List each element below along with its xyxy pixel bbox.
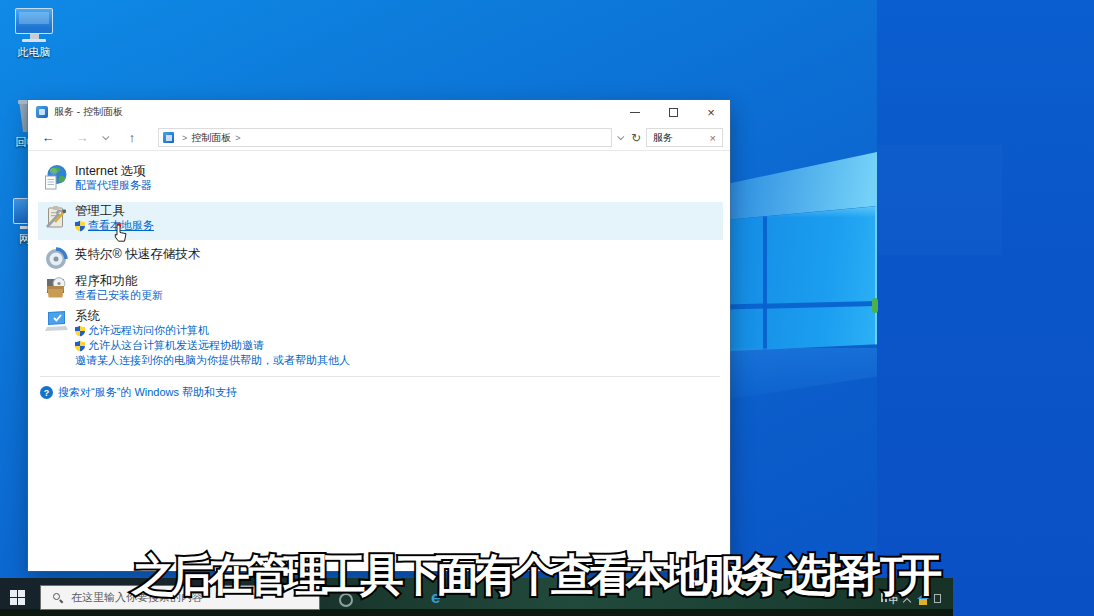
result-title[interactable]: 管理工具 xyxy=(75,204,675,218)
close-button[interactable]: × xyxy=(692,100,730,124)
view-local-services-link[interactable]: 查看本地服务 xyxy=(75,218,675,233)
address-dropdown[interactable] xyxy=(615,124,627,151)
window-title: 服务 - 控制面板 xyxy=(54,100,123,124)
address-bar[interactable]: > 控制面板 > xyxy=(158,128,612,147)
chevron-down-icon xyxy=(617,133,624,140)
control-panel-icon xyxy=(36,106,48,118)
up-button[interactable]: ↑ xyxy=(120,124,144,151)
result-title[interactable]: Internet 选项 xyxy=(75,164,675,178)
wallpaper-block xyxy=(877,145,1002,255)
desktop-icon-this-pc[interactable]: 此电脑 xyxy=(4,8,64,60)
minimize-button[interactable] xyxy=(616,100,654,124)
this-pc-icon xyxy=(4,8,64,42)
taskbar-bottom-strip xyxy=(0,609,953,616)
mouse-cursor xyxy=(110,222,130,244)
breadcrumb-control-panel[interactable]: 控制面板 xyxy=(191,131,231,145)
forward-button[interactable]: → xyxy=(70,124,94,151)
this-pc-label: 此电脑 xyxy=(4,45,64,60)
programs-features-icon xyxy=(44,274,68,300)
help-search-link[interactable]: ? 搜索对“服务”的 Windows 帮助和支持 xyxy=(40,385,237,400)
allow-remote-assistance-link[interactable]: 允许从这台计算机发送远程协助邀请 xyxy=(75,338,675,353)
result-title[interactable]: 程序和功能 xyxy=(75,274,675,288)
desktop: 此电脑 回收站 网络 服务 - 控制面板 × ← → ↑ xyxy=(0,0,1094,616)
recent-dropdown[interactable] xyxy=(99,124,113,151)
video-subtitle: 之后在管理工具下面有个查看本地服务 选择打开 之后在管理工具下面有个查看本地服务… xyxy=(0,549,1081,601)
help-icon: ? xyxy=(40,386,53,399)
internet-options-icon xyxy=(44,164,68,190)
back-button[interactable]: ← xyxy=(36,124,60,151)
result-link[interactable]: 配置代理服务器 xyxy=(75,178,675,193)
titlebar[interactable]: 服务 - 控制面板 × xyxy=(28,100,730,124)
allow-remote-access-link[interactable]: 允许远程访问你的计算机 xyxy=(75,323,675,338)
admin-tools-icon xyxy=(44,204,68,230)
view-installed-updates-link[interactable]: 查看已安装的更新 xyxy=(75,288,675,303)
results-divider xyxy=(40,376,720,377)
system-icon xyxy=(44,309,68,335)
result-title[interactable]: 系统 xyxy=(75,309,675,323)
wallpaper-green-dot xyxy=(872,298,878,313)
result-title[interactable]: 英特尔® 快速存储技术 xyxy=(75,247,675,261)
clear-search-icon[interactable]: × xyxy=(710,132,722,144)
intel-rst-icon xyxy=(44,247,68,273)
navigation-bar: ← → ↑ > 控制面板 > ↻ 服务 × xyxy=(28,124,730,151)
invite-someone-link[interactable]: 邀请某人连接到你的电脑为你提供帮助，或者帮助其他人 xyxy=(75,353,675,368)
control-panel-window: 服务 - 控制面板 × ← → ↑ > 控制面板 > ↻ 服务 × xyxy=(28,100,730,571)
wallpaper-right xyxy=(877,0,1094,616)
search-value: 服务 xyxy=(647,131,710,145)
maximize-button[interactable] xyxy=(654,100,692,124)
control-panel-mini-icon xyxy=(163,132,174,143)
refresh-button[interactable]: ↻ xyxy=(627,124,645,151)
explorer-search-box[interactable]: 服务 × xyxy=(646,128,723,147)
chevron-down-icon xyxy=(102,133,109,140)
